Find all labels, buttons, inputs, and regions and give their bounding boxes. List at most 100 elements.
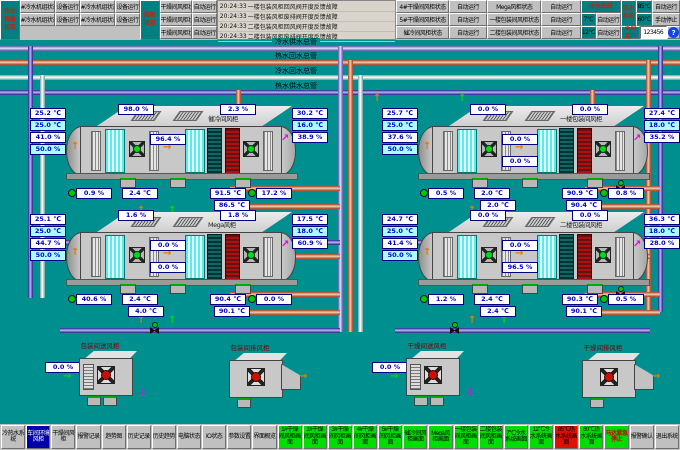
valve-indicator-icon: [600, 295, 608, 303]
pipe-valve-icon: [450, 327, 459, 334]
nav-button[interactable]: 报警确认: [630, 425, 654, 449]
help-button[interactable]: ?: [667, 26, 680, 39]
nav-button[interactable]: 催冷间风柜画面: [403, 425, 427, 449]
pipe-riser: [358, 75, 363, 332]
valve-indicator-icon: [420, 295, 428, 303]
damper-louver-icon: [443, 237, 453, 277]
damper-louver-icon: [443, 131, 453, 171]
nav-button[interactable]: 退出系统: [655, 425, 679, 449]
return-temp-readout: 25.1 ℃: [30, 214, 66, 225]
current-user-input[interactable]: 123456: [640, 26, 667, 39]
alarm-list[interactable]: 20:24:33 一楼包装风柜回风阀开度反馈故障 20:24:33 一楼包装风柜…: [217, 0, 397, 40]
nav-button[interactable]: 12℃冷水系统画面: [529, 425, 553, 449]
hw-temp-readout: 90.3 ℃: [562, 294, 598, 305]
discharge-duct: [281, 364, 301, 390]
drain-vent: [120, 284, 136, 294]
nav-button[interactable]: IO状态: [202, 425, 226, 449]
chw-temp-readout: 2.4 ℃: [122, 188, 158, 199]
nav-button[interactable]: 85℃热水系统画面: [554, 425, 578, 449]
chw-valve-readout: 0.5 %: [428, 188, 464, 199]
nav-button[interactable]: 马达紧急停止: [604, 425, 628, 449]
valve-indicator-icon: [68, 189, 76, 197]
damper-louver-icon: [615, 131, 625, 171]
nav-button[interactable]: 60℃热水系统画面: [579, 425, 603, 449]
nav-button[interactable]: 历史记录: [127, 425, 151, 449]
ahu-panel-header: 风柜状态: [140, 0, 160, 40]
hw-temp-readout: 90.9 ℃: [562, 188, 598, 199]
temp-setpoint-readout: 25.0 ℃: [30, 226, 66, 237]
drain-vent: [430, 396, 444, 406]
status-value: 自动运行: [192, 26, 216, 39]
small-fan-unit: 干燥间排风柜 → → ↑ ↓: [548, 342, 658, 420]
nav-button[interactable]: 参数设置: [227, 425, 251, 449]
drain-vent: [235, 178, 251, 188]
nav-button[interactable]: 3#干燥间风柜画面: [328, 425, 352, 449]
cooling-coil: [207, 234, 222, 280]
hw-valve-readout: 0.5 %: [608, 294, 644, 305]
nav-button[interactable]: 2#干燥间风柜画面: [303, 425, 327, 449]
supply-air-arrow-icon: ↗: [633, 134, 641, 144]
damper-louver-icon: [615, 237, 625, 277]
drain-vent: [103, 396, 117, 406]
return-temp-readout: 24.7 ℃: [382, 214, 418, 225]
fan-icon: [595, 247, 611, 263]
nav-button[interactable]: 冷热水系统: [1, 425, 25, 449]
damper-louver-icon: [263, 237, 273, 277]
alarm-text: 一楼包装风柜回风阀开度反馈故障: [248, 2, 396, 11]
drain-vent: [472, 178, 488, 188]
status-row: 3#干燥间风柜状态 自动运行: [160, 26, 217, 39]
return-air-arrow-icon: ↑: [71, 142, 79, 152]
hw-valve-readout: 0.8 %: [608, 188, 644, 199]
nav-button[interactable]: 历史趋势: [152, 425, 176, 449]
valve-position-readout: 0.0 %: [502, 240, 538, 251]
drain-vent: [235, 284, 251, 294]
nav-button[interactable]: 7℃冷水系统画面: [504, 425, 528, 449]
damper-position-readout: 1.8 %: [220, 210, 256, 221]
drain-vent: [237, 398, 251, 408]
supply-humidity-readout: 38.9 %: [292, 132, 328, 143]
nav-button[interactable]: Mega风柜画面: [428, 425, 452, 449]
nav-button[interactable]: 5#干燥间风柜画面: [378, 425, 402, 449]
damper-position-readout: 2.3 %: [220, 104, 256, 115]
nav-button[interactable]: 电脑状态: [177, 425, 201, 449]
inflow-arrow-icon: →: [390, 372, 398, 382]
pipe-valve-icon: [150, 327, 159, 334]
drain-vent: [590, 398, 604, 408]
nav-button[interactable]: 干燥间风柜: [51, 425, 75, 449]
nav-button[interactable]: 界面概览: [252, 425, 276, 449]
water-status: 自动运行: [596, 26, 621, 39]
chw-temp-readout: 2.4 ℃: [480, 306, 516, 317]
status-row: 1#干燥间风柜状态 自动运行: [160, 0, 217, 13]
alarm-text: 二楼包装风柜回风阀开度反馈故障: [248, 22, 396, 31]
nav-button[interactable]: 车间环境风柜: [26, 425, 50, 449]
status-label: 催冷间风柜状态: [396, 26, 448, 39]
downflow-arrow-icon: ↓: [139, 388, 147, 398]
water-temp-row: 12℃ 自动运行: [581, 26, 621, 39]
nav-button[interactable]: 报警记录: [76, 425, 100, 449]
nav-button[interactable]: 4#干燥间风柜画面: [353, 425, 377, 449]
status-label: 2#干燥间风柜状态: [160, 13, 193, 26]
louver-icon: [83, 364, 94, 390]
cooling-coil: [559, 234, 574, 280]
status-row: 催冷间风柜状态 自动运行: [396, 26, 487, 39]
chw-valve-readout: 40.6 %: [76, 294, 112, 305]
nav-button[interactable]: 趋势图: [102, 425, 126, 449]
fan-icon: [129, 141, 145, 157]
nav-button[interactable]: 一楼包装间风柜画面: [454, 425, 478, 449]
damper-position-readout: 1.6 %: [118, 210, 154, 221]
small-fan-unit: 包装间排风柜 → → ↑ ↓: [195, 342, 305, 420]
ahu-unit: 25.7 ℃ 25.0 ℃ 37.6 % 50.0 % 一楼包装间风柜 ↑ ↗ …: [382, 104, 680, 210]
heating-coil: [577, 234, 592, 280]
filter-section: [185, 235, 205, 279]
nav-button[interactable]: 1#干燥间风柜画面: [278, 425, 302, 449]
supply-temp-readout: 27.4 ℃: [644, 108, 680, 119]
chiller-label: 2#冷水机组状态: [20, 13, 56, 26]
pipe-chw-run: [395, 328, 650, 333]
filter-section: [457, 129, 477, 173]
chiller-status: 设备运行: [115, 13, 139, 26]
return-air-arrow-icon: ↑: [423, 248, 431, 258]
hw-temp-readout: 91.5 ℃: [210, 188, 246, 199]
supply-air-arrow-icon: ↗: [633, 240, 641, 250]
ahu-unit: 25.1 ℃ 25.0 ℃ 44.7 % 50.0 % Mega风柜 ↑ ↗ →: [30, 210, 330, 316]
nav-button[interactable]: 二楼包装间风柜画面: [479, 425, 503, 449]
